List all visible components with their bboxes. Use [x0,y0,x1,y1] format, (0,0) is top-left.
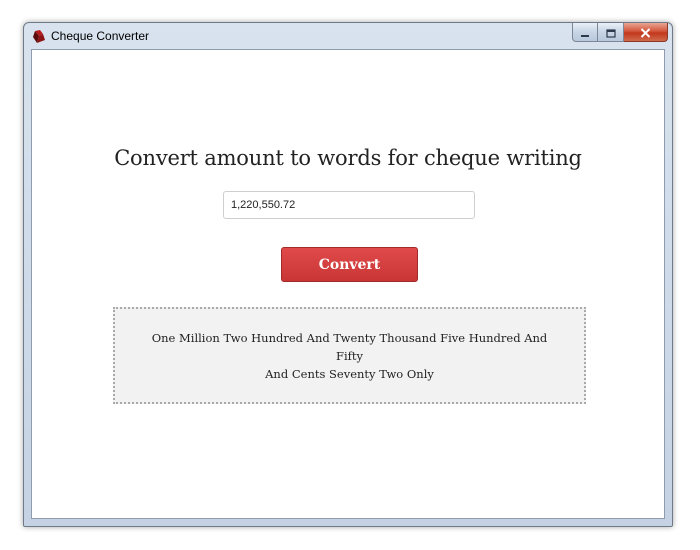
window-controls [572,23,668,42]
convert-button[interactable]: Convert [281,247,418,282]
result-line-2: And Cents Seventy Two Only [265,366,434,381]
result-text: One Million Two Hundred And Twenty Thous… [145,329,554,383]
result-box: One Million Two Hundred And Twenty Thous… [113,307,586,404]
maximize-button[interactable] [598,23,624,42]
amount-input[interactable] [223,191,475,219]
title-bar[interactable]: Cheque Converter [24,23,672,49]
red-cube-app-icon [33,29,45,43]
page-title: Convert amount to words for cheque writi… [114,146,582,170]
maximize-icon [605,23,616,42]
window-title: Cheque Converter [51,29,150,43]
result-line-1: One Million Two Hundred And Twenty Thous… [151,330,548,363]
close-button[interactable] [624,23,668,42]
minimize-button[interactable] [572,23,598,42]
client-area: Convert amount to words for cheque writi… [31,49,665,519]
minimize-icon [580,23,590,42]
app-window: Cheque Converter Convert amount to words… [23,22,673,527]
close-icon [640,23,651,42]
